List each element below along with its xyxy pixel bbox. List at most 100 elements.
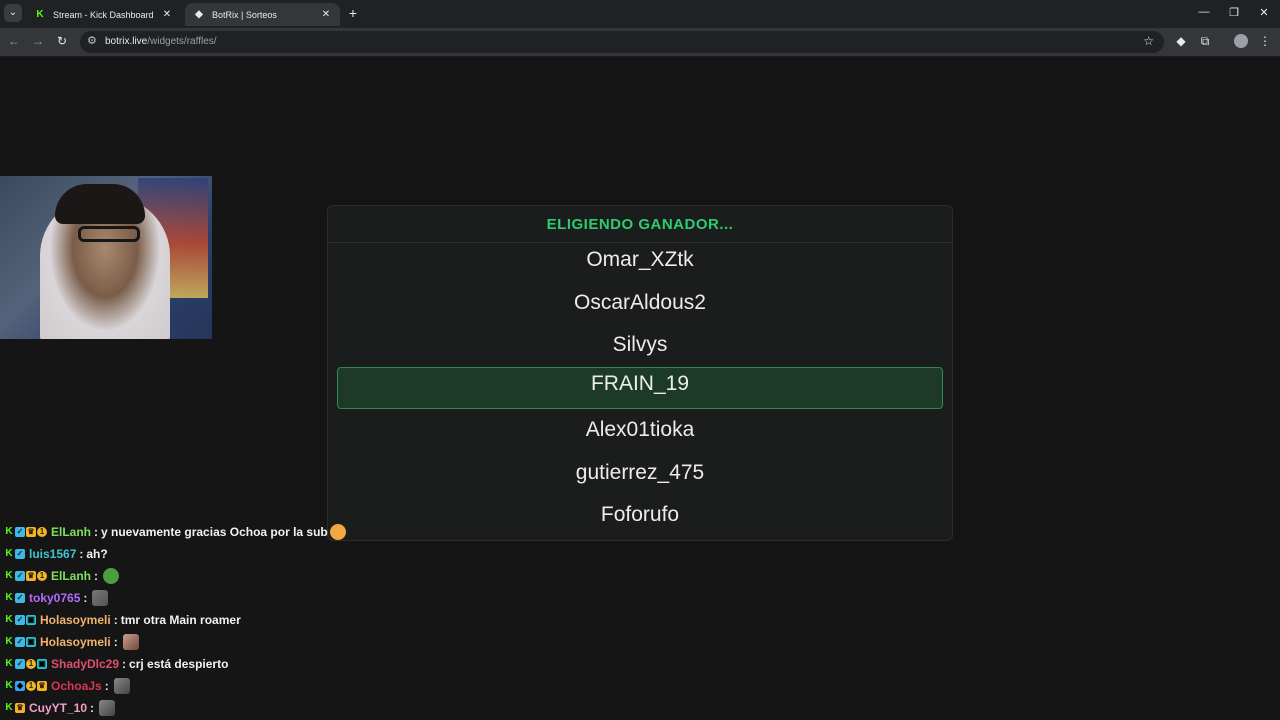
tab-title: Stream - Kick Dashboard	[53, 9, 154, 20]
verified-badge-icon: ✓	[15, 549, 25, 559]
tab-search-chevron-icon[interactable]: ⌄	[4, 4, 22, 22]
raffle-names-list: Omar_XZtk OscarAldous2 Silvys FRAIN_19 A…	[328, 239, 952, 537]
chat-message: K ♛ CuyYT_10:	[0, 697, 400, 719]
chat-username[interactable]: luis1567	[29, 547, 76, 561]
reload-icon[interactable]: ↻	[54, 34, 70, 48]
tab-title: BotRix | Sorteos	[212, 9, 277, 20]
kick-badge-icon: K	[5, 680, 13, 691]
bookmark-star-icon[interactable]: ☆	[1143, 34, 1154, 48]
chat-username[interactable]: OchoaJs	[51, 679, 102, 693]
chat-message: K ✓ ▣ Holasoymeli: tmr otra Main roamer	[0, 609, 400, 631]
new-tab-plus-icon[interactable]: +	[346, 5, 360, 21]
kick-badge-icon: K	[5, 570, 13, 581]
chat-text: y nuevamente gracias Ochoa por la sub	[101, 525, 328, 539]
kick-badge-icon: K	[5, 702, 13, 713]
chat-text: crj está despierto	[129, 657, 229, 671]
chat-separator: :	[122, 657, 127, 671]
sub-badge-icon: 1	[37, 571, 47, 581]
botrix-icon: ◆	[195, 9, 203, 20]
streamer-hair	[55, 184, 145, 224]
chat-message: K ✓ toky0765:	[0, 587, 400, 609]
chat-separator: :	[90, 701, 95, 715]
crown-badge-icon: ♛	[26, 527, 36, 537]
chat-separator: :	[94, 569, 99, 583]
chat-separator: :	[113, 613, 118, 627]
tab-strip: ⌄ K Stream - Kick Dashboard ✕ ◆ BotRix |…	[0, 0, 1280, 28]
url-text[interactable]: botrix.live/widgets/raffles/	[105, 36, 217, 47]
chat-username[interactable]: ShadyDlc29	[51, 657, 119, 671]
verified-badge-icon: ✓	[15, 659, 25, 669]
chat-emote-icon	[103, 568, 120, 584]
og-badge-icon: ▣	[26, 615, 36, 625]
browser-window: ⌄ K Stream - Kick Dashboard ✕ ◆ BotRix |…	[0, 0, 1280, 720]
menu-kebab-icon[interactable]: ⋮	[1257, 34, 1273, 48]
tab-kick-dashboard[interactable]: K Stream - Kick Dashboard ✕	[26, 3, 181, 26]
site-settings-icon[interactable]: ⚙	[87, 34, 97, 47]
chat-text: tmr otra Main roamer	[120, 613, 241, 627]
cube-badge-icon: ◆	[15, 681, 25, 691]
back-arrow-icon[interactable]: ←	[6, 34, 22, 48]
extension-diamond-icon[interactable]: ◆	[1173, 34, 1189, 48]
chat-emote-icon	[122, 634, 139, 650]
chat-separator: :	[113, 635, 118, 649]
kick-badge-icon: K	[5, 548, 13, 559]
tab-botrix-sorteos[interactable]: ◆ BotRix | Sorteos ✕	[185, 3, 340, 26]
extensions-puzzle-icon[interactable]: ⧉	[1197, 34, 1213, 49]
verified-badge-icon: ✓	[15, 527, 25, 537]
raffle-name: OscarAldous2	[574, 290, 706, 314]
raffle-name: gutierrez_475	[575, 460, 705, 484]
page-content: ELIGIENDO GANADOR... Omar_XZtk OscarAldo…	[0, 58, 1280, 720]
chat-separator: :	[79, 547, 84, 561]
raffle-name-highlighted: FRAIN_19	[337, 367, 943, 410]
chat-username[interactable]: Holasoymeli	[40, 613, 111, 627]
chat-emote-icon	[99, 700, 116, 716]
minimize-icon[interactable]: —	[1197, 6, 1211, 18]
crown-badge-icon: ♛	[15, 703, 25, 713]
raffle-heading: ELIGIENDO GANADOR...	[328, 206, 952, 243]
kick-badge-icon: K	[5, 636, 13, 647]
close-icon[interactable]: ✕	[320, 9, 332, 20]
verified-badge-icon: ✓	[15, 615, 25, 625]
chat-message: K ✓ ♛ 1 ElLanh:	[0, 565, 400, 587]
kick-badge-icon: K	[5, 614, 13, 625]
kick-badge-icon: K	[5, 526, 13, 537]
chat-emote-icon	[329, 524, 346, 540]
chat-username[interactable]: toky0765	[29, 591, 80, 605]
webcam-feed	[0, 176, 212, 339]
streamer-glasses	[78, 226, 140, 242]
verified-badge-icon: ✓	[15, 593, 25, 603]
chat-overlay: K ✓ ♛ 1 ElLanh: y nuevamente gracias Ochoa po…	[0, 521, 400, 719]
sub-badge-icon: 1	[37, 527, 47, 537]
chat-username[interactable]: ElLanh	[51, 525, 91, 539]
chat-username[interactable]: ElLanh	[51, 569, 91, 583]
chat-separator: :	[83, 591, 88, 605]
chat-emote-icon	[92, 590, 109, 606]
chat-message: K ◆ 1 ♛ OchoaJs:	[0, 675, 400, 697]
close-icon[interactable]: ✕	[161, 9, 173, 20]
chat-message: K ✓ 1 ▣ ShadyDlc29: crj está despierto	[0, 653, 400, 675]
address-bar[interactable]: ⚙ botrix.live/widgets/raffles/ ☆	[80, 31, 1164, 53]
chat-username[interactable]: Holasoymeli	[40, 635, 111, 649]
raffle-name: Silvys	[612, 333, 668, 357]
chat-emote-icon	[113, 678, 130, 694]
chat-username[interactable]: CuyYT_10	[29, 701, 87, 715]
raffle-name: Foforufo	[600, 503, 680, 527]
verified-badge-icon: ✓	[15, 571, 25, 581]
chat-message: K ✓ luis1567: ah?	[0, 543, 400, 565]
raffle-widget: ELIGIENDO GANADOR... Omar_XZtk OscarAldo…	[327, 205, 953, 541]
window-close-icon[interactable]: ✕	[1257, 6, 1271, 19]
raffle-name: Omar_XZtk	[586, 248, 694, 271]
crown-badge-icon: ♛	[37, 681, 47, 691]
sub-badge-icon: 1	[26, 659, 36, 669]
og-badge-icon: ▣	[26, 637, 36, 647]
profile-avatar-icon[interactable]	[1234, 34, 1248, 48]
chat-text: ah?	[86, 547, 108, 561]
chat-separator: :	[104, 679, 109, 693]
verified-badge-icon: ✓	[15, 637, 25, 647]
forward-arrow-icon[interactable]: →	[30, 34, 46, 48]
kick-icon: K	[36, 9, 44, 20]
chat-message: K ✓ ♛ 1 ElLanh: y nuevamente gracias Ochoa po…	[0, 521, 400, 543]
kick-badge-icon: K	[5, 592, 13, 603]
kick-badge-icon: K	[5, 658, 13, 669]
restore-icon[interactable]: ❐	[1227, 6, 1241, 19]
